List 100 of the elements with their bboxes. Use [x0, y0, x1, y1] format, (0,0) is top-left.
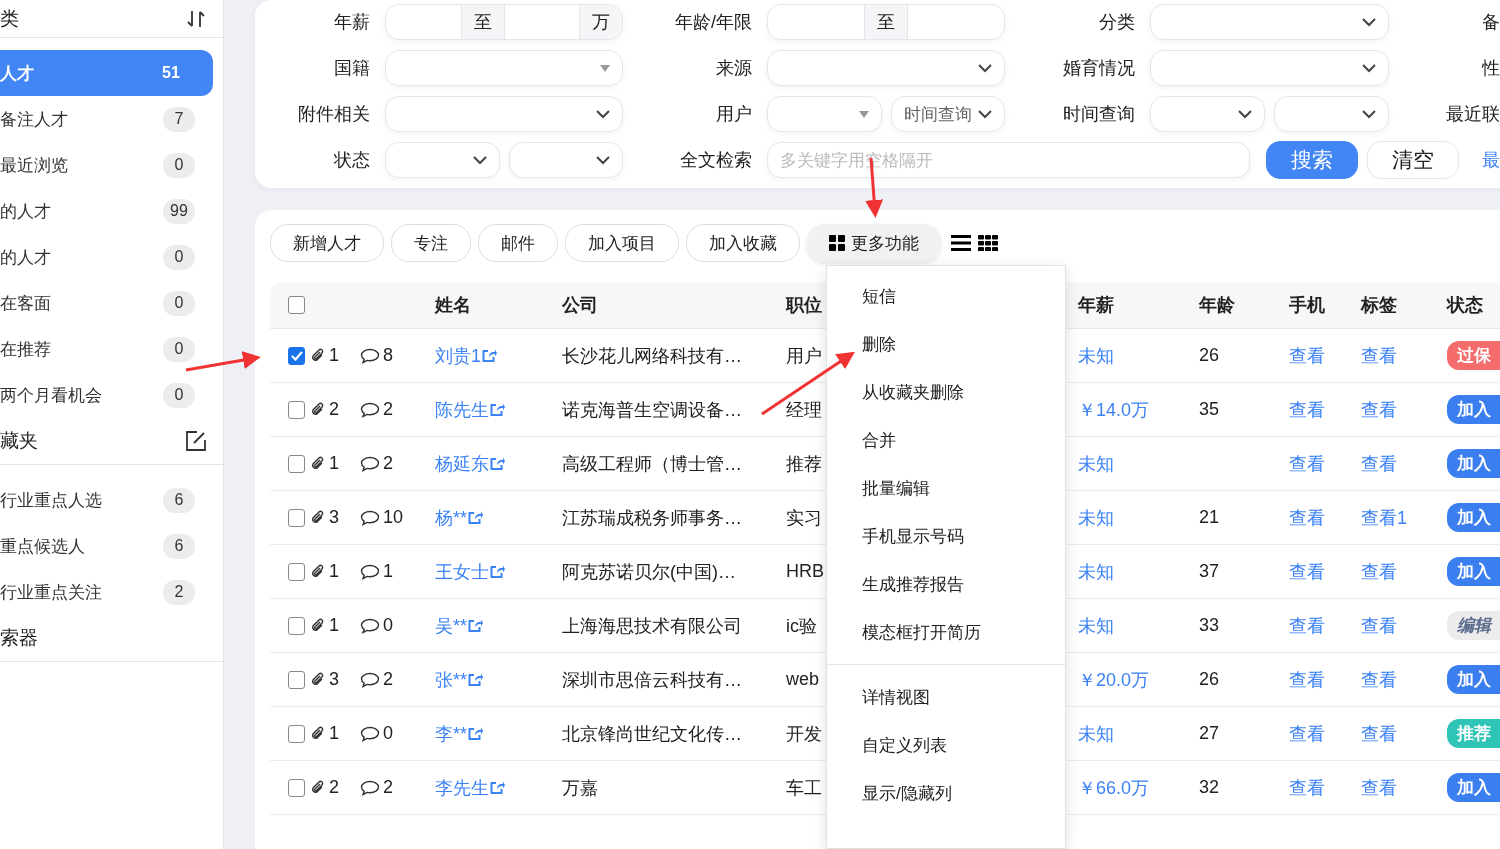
select-field[interactable] — [385, 50, 623, 86]
phone-link[interactable]: 查看 — [1289, 559, 1325, 584]
candidate-name-link[interactable]: 李** — [435, 721, 467, 746]
candidate-name-link[interactable]: 张** — [435, 667, 467, 692]
candidate-name-link[interactable]: 刘贵1 — [435, 343, 481, 368]
menu-item[interactable]: 批量编辑 — [862, 476, 930, 500]
toolbar-button[interactable]: 专注 — [391, 224, 471, 262]
row-checkbox[interactable] — [288, 508, 305, 527]
select-field[interactable] — [385, 96, 623, 132]
toolbar-button[interactable]: 加入收藏 — [686, 224, 800, 262]
tags-link[interactable]: 查看 — [1361, 451, 1397, 476]
column-header[interactable]: 姓名 — [435, 293, 471, 317]
menu-item[interactable]: 自定义列表 — [862, 733, 947, 757]
sidebar-item[interactable]: 备注人才 7 — [0, 96, 213, 142]
select-field[interactable]: 时间查询 — [890, 96, 1005, 132]
phone-link[interactable]: 查看 — [1289, 343, 1325, 368]
row-checkbox[interactable] — [288, 400, 305, 419]
sidebar-item[interactable]: 最近浏览 0 — [0, 142, 213, 188]
row-checkbox[interactable] — [288, 670, 305, 689]
tags-link[interactable]: 查看 — [1361, 343, 1397, 368]
menu-item[interactable]: 生成推荐报告 — [862, 572, 964, 596]
menu-item[interactable]: 显示/隐藏列 — [862, 781, 952, 805]
status-tag[interactable]: 加入 — [1447, 449, 1500, 478]
status-tag[interactable]: 加入 — [1447, 503, 1500, 532]
row-checkbox[interactable] — [288, 724, 305, 743]
sidebar-item[interactable]: 的人才 99 — [0, 188, 213, 234]
sort-icon[interactable] — [187, 8, 205, 29]
select-field[interactable] — [1274, 96, 1389, 132]
candidate-name-link[interactable]: 王女士 — [435, 559, 489, 584]
link[interactable]: 最 — [1482, 148, 1500, 172]
phone-link[interactable]: 查看 — [1289, 451, 1325, 476]
column-header[interactable]: 职位 — [786, 293, 822, 317]
sidebar-item[interactable]: 行业重点人选 6 — [0, 477, 213, 523]
select-field[interactable] — [767, 96, 882, 132]
column-header[interactable]: 状态 — [1447, 293, 1483, 317]
phone-link[interactable]: 查看 — [1289, 775, 1325, 800]
select-all-checkbox[interactable] — [288, 296, 305, 314]
select-field[interactable] — [508, 142, 623, 178]
select-field[interactable] — [1150, 96, 1265, 132]
column-header[interactable]: 年薪 — [1078, 293, 1114, 317]
row-checkbox[interactable] — [288, 562, 305, 581]
sidebar-item[interactable]: 重点候选人 6 — [0, 523, 213, 569]
menu-item[interactable]: 手机显示号码 — [862, 524, 964, 548]
candidate-name-link[interactable]: 李先生 — [435, 775, 489, 800]
select-field[interactable] — [385, 142, 500, 178]
select-field[interactable] — [1150, 50, 1389, 86]
phone-link[interactable]: 查看 — [1289, 505, 1325, 530]
status-tag[interactable]: 加入 — [1447, 557, 1500, 586]
tags-link[interactable]: 查看 — [1361, 397, 1397, 422]
search-button[interactable]: 搜索 — [1266, 141, 1358, 179]
phone-link[interactable]: 查看 — [1289, 613, 1325, 638]
status-tag[interactable]: 编辑 — [1447, 611, 1500, 640]
phone-link[interactable]: 查看 — [1289, 721, 1325, 746]
tags-link[interactable]: 查看1 — [1361, 505, 1407, 530]
clear-button[interactable]: 清空 — [1367, 141, 1459, 179]
menu-item[interactable]: 合并 — [862, 428, 896, 452]
more-button[interactable]: 更多功能 — [807, 224, 941, 262]
tags-link[interactable]: 查看 — [1361, 613, 1397, 638]
row-checkbox[interactable] — [288, 346, 305, 365]
sidebar-heading[interactable]: 索器 — [0, 625, 38, 651]
column-header[interactable]: 年龄 — [1199, 293, 1235, 317]
row-checkbox[interactable] — [288, 616, 305, 635]
phone-link[interactable]: 查看 — [1289, 397, 1325, 422]
candidate-name-link[interactable]: 杨延东 — [435, 451, 489, 476]
menu-item[interactable]: 删除 — [862, 332, 896, 356]
candidate-name-link[interactable]: 吴** — [435, 613, 467, 638]
status-tag[interactable]: 加入 — [1447, 773, 1500, 802]
grid-view-icon[interactable] — [978, 235, 998, 251]
tags-link[interactable]: 查看 — [1361, 775, 1397, 800]
select-field[interactable] — [767, 50, 1005, 86]
sidebar-item[interactable]: 在客面 0 — [0, 280, 213, 326]
sidebar-item[interactable]: 的人才 0 — [0, 234, 213, 280]
sidebar-item[interactable]: 在推荐 0 — [0, 326, 213, 372]
menu-item[interactable]: 短信 — [862, 284, 896, 308]
select-field[interactable] — [1150, 4, 1389, 40]
menu-item[interactable]: 模态框打开简历 — [862, 620, 981, 644]
candidate-name-link[interactable]: 陈先生 — [435, 397, 489, 422]
tags-link[interactable]: 查看 — [1361, 721, 1397, 746]
sidebar-item[interactable]: 人才 51 — [0, 50, 213, 96]
tags-link[interactable]: 查看 — [1361, 559, 1397, 584]
menu-item[interactable]: 详情视图 — [862, 685, 930, 709]
row-checkbox[interactable] — [288, 778, 305, 797]
range-field[interactable]: 至 — [767, 4, 1005, 40]
menu-item[interactable]: 从收藏夹删除 — [862, 380, 964, 404]
row-checkbox[interactable] — [288, 454, 305, 473]
toolbar-button[interactable]: 新增人才 — [270, 224, 384, 262]
sidebar-item[interactable]: 行业重点关注 2 — [0, 569, 213, 615]
column-header[interactable]: 标签 — [1361, 293, 1397, 317]
sidebar-item[interactable]: 两个月看机会 0 — [0, 372, 213, 418]
tags-link[interactable]: 查看 — [1361, 667, 1397, 692]
status-tag[interactable]: 加入 — [1447, 395, 1500, 424]
list-view-icon[interactable] — [951, 235, 971, 251]
column-header[interactable]: 公司 — [562, 293, 598, 317]
range-field[interactable]: 至 万 — [385, 4, 623, 40]
toolbar-button[interactable]: 加入项目 — [565, 224, 679, 262]
edit-icon[interactable] — [185, 430, 207, 452]
candidate-name-link[interactable]: 杨** — [435, 505, 467, 530]
toolbar-button[interactable]: 邮件 — [478, 224, 558, 262]
status-tag[interactable]: 加入 — [1447, 665, 1500, 694]
phone-link[interactable]: 查看 — [1289, 667, 1325, 692]
